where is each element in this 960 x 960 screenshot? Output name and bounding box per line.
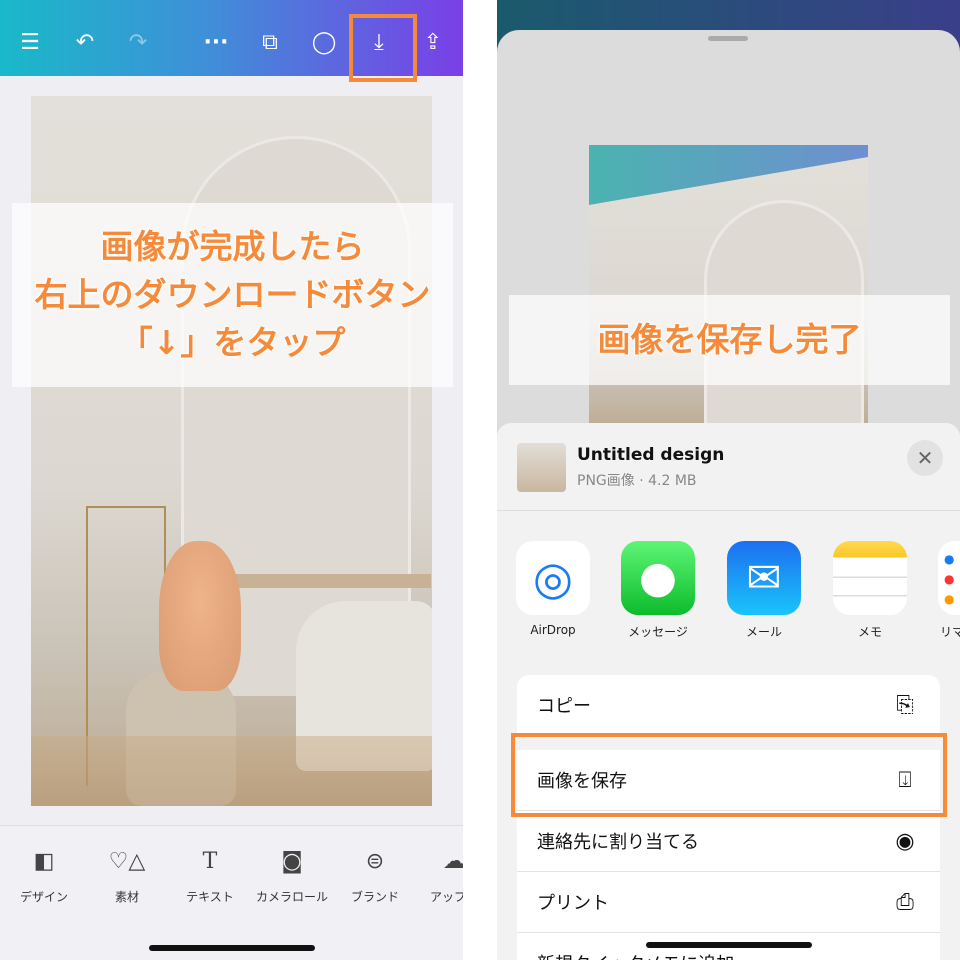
app-reminders[interactable]: ● ● ● リマ: [938, 541, 960, 640]
quick-note-icon: ▬: [890, 951, 920, 960]
app-notes[interactable]: メモ: [833, 541, 907, 640]
file-title: Untitled design: [577, 445, 725, 465]
editor-toolbar: ☰ ↶ ↷ ··· ⧉ ◯ ⤓ ⇪: [0, 0, 463, 76]
divider: [497, 510, 960, 511]
redo-icon[interactable]: ↷: [125, 30, 151, 56]
tool-camera-roll[interactable]: ◙ カメラロール: [250, 846, 334, 905]
instruction-line: 「↓」をタップ: [119, 323, 346, 362]
tool-upload[interactable]: ☁アップロ: [412, 846, 463, 905]
reminders-icon: ● ● ●: [938, 541, 960, 615]
action-assign-contact[interactable]: 連絡先に割り当てる ◉: [517, 811, 940, 872]
tool-brand[interactable]: ⊜ ブランド: [333, 846, 417, 905]
tool-design[interactable]: ◧ デザイン: [2, 846, 86, 905]
instruction-overlay: 画像が完成したら 右上のダウンロードボタン 「↓」をタップ: [12, 203, 453, 387]
messages-icon: ●: [621, 541, 695, 615]
notes-icon: [833, 541, 907, 615]
action-print[interactable]: プリント ⎙: [517, 872, 940, 933]
file-info: PNG画像 · 4.2 MB: [577, 473, 697, 489]
tool-text[interactable]: T テキスト: [168, 846, 252, 905]
close-icon[interactable]: ✕: [907, 440, 943, 476]
duplicate-icon[interactable]: ⧉: [257, 30, 283, 56]
comment-icon[interactable]: ◯: [311, 30, 337, 56]
copy-icon: ⎘: [896, 692, 914, 718]
instruction-line: 右上のダウンロードボタン: [34, 275, 431, 314]
print-icon: ⎙: [896, 889, 914, 915]
action-copy[interactable]: コピー ⎘: [517, 675, 940, 736]
camera-icon: ◙: [281, 849, 303, 874]
mail-icon: ✉: [727, 541, 801, 615]
tool-elements[interactable]: ♡△ 素材: [85, 846, 169, 905]
file-thumbnail: [517, 443, 566, 492]
contact-icon: ◉: [895, 828, 915, 854]
cat-image: [159, 541, 241, 691]
design-preview: [589, 145, 868, 435]
home-indicator: [646, 942, 812, 948]
app-airdrop[interactable]: ◎ AirDrop: [516, 541, 590, 637]
brand-icon: ⊜: [365, 849, 385, 874]
undo-icon[interactable]: ↶: [72, 30, 98, 56]
ios-share-sheet: Untitled design PNG画像 · 4.2 MB ✕ ◎ AirDro…: [497, 423, 960, 960]
share-icon[interactable]: ⇪: [420, 30, 446, 56]
bottom-toolbar: ◧デザイン ♡△素材 Tテキスト ◙カメラロール ⊜ブランド ☁アップロ: [0, 825, 463, 960]
app-messages[interactable]: ● メッセージ: [621, 541, 695, 640]
action-list-continued: 画像を保存⍗ 連絡先に割り当てる◉ プリント⎙ 新規クイックメモに追加▬: [517, 750, 940, 960]
menu-icon[interactable]: ☰: [17, 30, 43, 56]
airdrop-icon: ◎: [516, 541, 590, 615]
design-icon: ◧: [33, 849, 55, 874]
download-icon[interactable]: ⤓: [366, 30, 392, 56]
canva-editor-screen: ☰ ↶ ↷ ··· ⧉ ◯ ⤓ ⇪ 画像が完成したら 右上のダウンロードボタン …: [0, 0, 463, 960]
upload-icon: ☁: [443, 849, 463, 874]
more-icon[interactable]: ···: [203, 30, 229, 56]
instruction-overlay: 画像を保存し完了: [509, 295, 950, 385]
share-sheet-screen: 画像を保存し完了 Untitled design PNG画像 · 4.2 MB …: [497, 0, 960, 960]
instruction-line: 画像が完成したら: [100, 227, 365, 266]
app-mail[interactable]: ✉ メール: [727, 541, 801, 640]
action-list: コピー ⎘: [517, 675, 940, 736]
text-icon: T: [202, 849, 218, 874]
action-save-image[interactable]: 画像を保存 ⍗: [517, 750, 940, 811]
home-indicator: [149, 945, 315, 951]
sheet-grabber[interactable]: [708, 36, 748, 41]
save-image-icon: ⍗: [898, 767, 912, 793]
elements-icon: ♡△: [108, 849, 146, 874]
